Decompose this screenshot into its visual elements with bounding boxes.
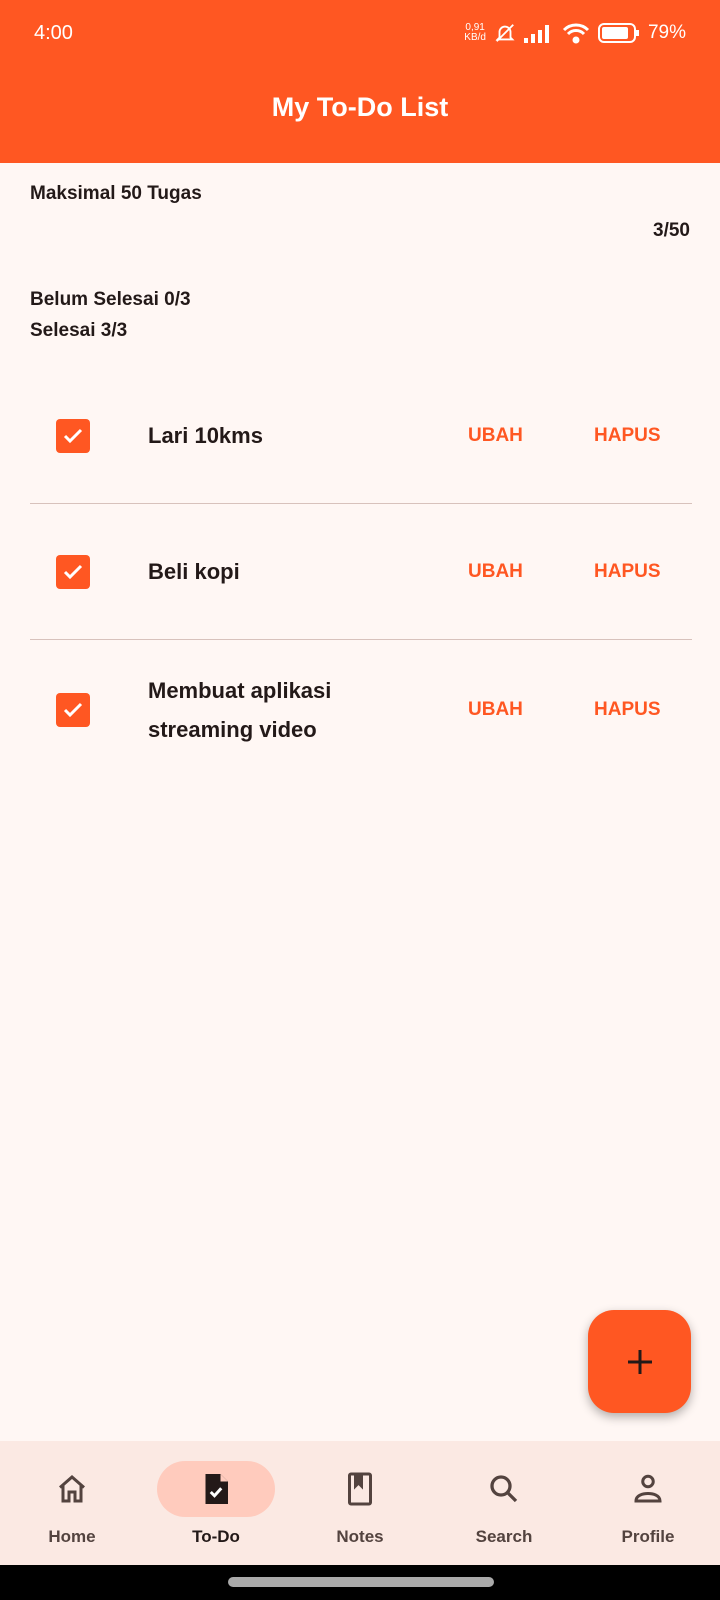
nav-label: Profile bbox=[621, 1527, 675, 1546]
task-item: Beli kopi UBAH HAPUS bbox=[30, 504, 692, 640]
check-icon bbox=[63, 702, 83, 718]
home-gesture-handle[interactable] bbox=[228, 1577, 494, 1587]
wifi-icon bbox=[562, 23, 590, 44]
search-icon bbox=[490, 1475, 518, 1503]
home-icon bbox=[59, 1475, 85, 1503]
add-task-button[interactable] bbox=[588, 1310, 691, 1413]
done-count: Selesai 3/3 bbox=[30, 320, 128, 341]
nav-label: Notes bbox=[336, 1527, 384, 1546]
task-checkbox[interactable] bbox=[56, 554, 90, 589]
check-icon bbox=[63, 428, 83, 443]
task-item: Lari 10kms UBAH HAPUS bbox=[30, 368, 692, 504]
edit-button[interactable]: UBAH bbox=[468, 699, 523, 721]
edit-button[interactable]: UBAH bbox=[468, 561, 523, 583]
nav-todo[interactable]: To-Do bbox=[156, 1461, 276, 1547]
person-icon bbox=[634, 1474, 662, 1503]
book-icon bbox=[348, 1472, 372, 1506]
task-count: 3/50 bbox=[653, 220, 690, 241]
nav-label: To-Do bbox=[192, 1527, 240, 1546]
bottom-navigation: Home To-Do Notes Search Profile bbox=[0, 1441, 720, 1565]
nav-notes[interactable]: Notes bbox=[300, 1461, 420, 1547]
task-label: Membuat aplikasi streaming video bbox=[148, 678, 332, 742]
nav-search[interactable]: Search bbox=[444, 1461, 564, 1547]
system-nav-bar bbox=[0, 1565, 720, 1600]
nav-label: Home bbox=[48, 1527, 96, 1546]
check-icon bbox=[63, 564, 83, 579]
nav-profile[interactable]: Profile bbox=[588, 1461, 708, 1547]
network-speed: 0,91 KB/d bbox=[464, 23, 486, 43]
delete-button[interactable]: HAPUS bbox=[594, 561, 661, 583]
page-title: My To-Do List bbox=[271, 92, 449, 122]
task-label: Beli kopi bbox=[148, 559, 240, 584]
edit-button[interactable]: UBAH bbox=[468, 425, 523, 447]
app-bar: 4:00 0,91 KB/d 79% My To-Do List bbox=[0, 0, 720, 163]
task-item: Membuat aplikasi streaming video UBAH HA… bbox=[30, 640, 692, 780]
task-file-icon bbox=[205, 1474, 228, 1504]
nav-label: Search bbox=[475, 1527, 533, 1546]
delete-button[interactable]: HAPUS bbox=[594, 425, 661, 447]
signal-icon bbox=[523, 25, 549, 43]
delete-button[interactable]: HAPUS bbox=[594, 699, 661, 721]
task-checkbox[interactable] bbox=[56, 418, 90, 453]
clock: 4:00 bbox=[34, 22, 73, 44]
bell-off-icon bbox=[495, 24, 515, 42]
battery-icon bbox=[597, 23, 639, 43]
speed-unit: KB/d bbox=[464, 32, 486, 43]
task-label: Lari 10kms bbox=[148, 423, 263, 448]
status-bar: 4:00 0,91 KB/d 79% bbox=[34, 22, 686, 48]
max-tasks-label: Maksimal 50 Tugas bbox=[30, 183, 202, 204]
nav-home[interactable]: Home bbox=[12, 1461, 132, 1547]
battery-level: 79% bbox=[647, 22, 686, 43]
pending-count: Belum Selesai 0/3 bbox=[30, 289, 191, 310]
plus-icon bbox=[627, 1349, 652, 1374]
task-checkbox[interactable] bbox=[56, 693, 90, 727]
